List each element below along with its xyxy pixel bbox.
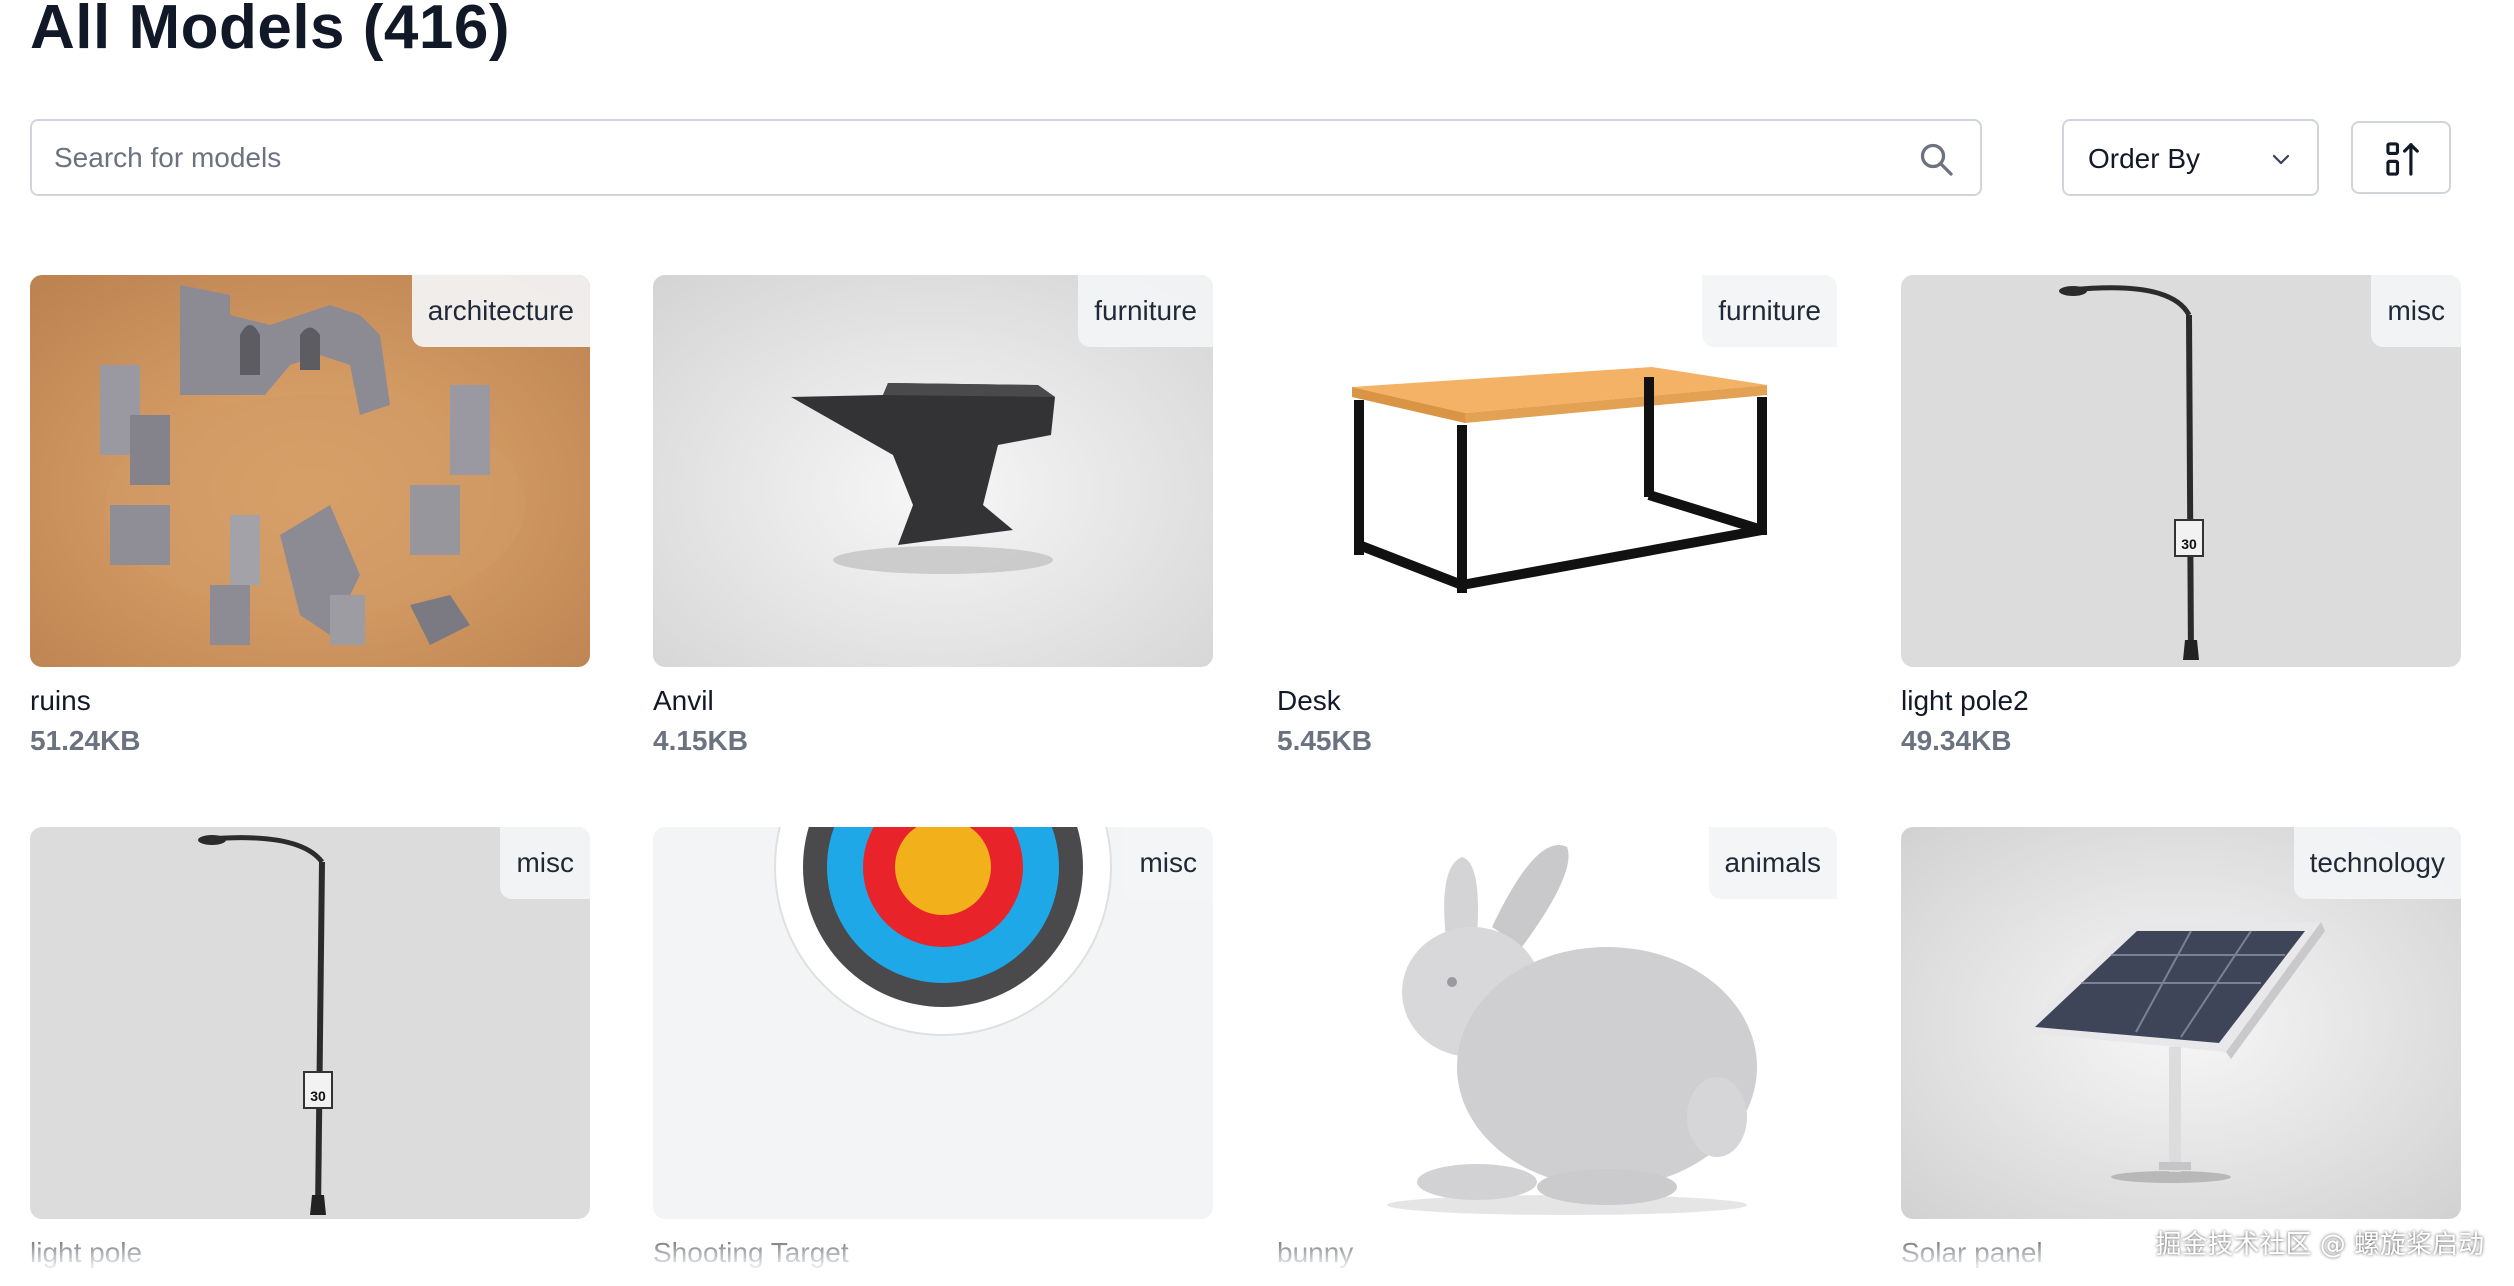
- model-name[interactable]: Desk: [1277, 685, 1341, 717]
- bottom-fade: [0, 1218, 2514, 1286]
- model-name[interactable]: Shooting Target: [653, 1237, 849, 1269]
- model-card[interactable]: 30 misc light pole2 49.34KB: [1901, 275, 2461, 756]
- model-thumbnail[interactable]: technology: [1901, 827, 2461, 1219]
- category-tag[interactable]: misc: [2371, 275, 2461, 347]
- model-card[interactable]: furniture Desk 5.45KB: [1277, 275, 1837, 756]
- model-size: 4.15KB: [653, 725, 748, 756]
- model-thumbnail[interactable]: 30 misc: [1901, 275, 2461, 667]
- category-tag[interactable]: technology: [2293, 827, 2461, 899]
- model-name[interactable]: light pole: [30, 1237, 142, 1269]
- model-card[interactable]: architecture ruins 51.24KB: [30, 275, 590, 756]
- model-name[interactable]: bunny: [1277, 1237, 1353, 1269]
- category-tag[interactable]: animals: [1708, 827, 1837, 899]
- svg-text:30: 30: [2181, 536, 2197, 552]
- search-input[interactable]: [54, 121, 1894, 194]
- model-thumbnail[interactable]: furniture: [1277, 275, 1837, 667]
- model-size: 5.45KB: [1277, 725, 1372, 756]
- model-thumbnail[interactable]: misc: [653, 827, 1213, 1219]
- order-by-select[interactable]: Order By: [2062, 119, 2319, 196]
- category-tag[interactable]: furniture: [1078, 275, 1213, 347]
- category-tag[interactable]: misc: [1123, 827, 1213, 899]
- model-thumbnail[interactable]: furniture: [653, 275, 1213, 667]
- chevron-down-icon: [2272, 154, 2290, 165]
- page-title: All Models (416): [30, 0, 510, 62]
- model-card[interactable]: misc Shooting Target: [653, 827, 1213, 1268]
- model-thumbnail[interactable]: animals: [1277, 827, 1837, 1219]
- model-name[interactable]: Solar panel: [1901, 1237, 2043, 1269]
- svg-text:30: 30: [310, 1088, 326, 1104]
- category-tag[interactable]: misc: [500, 827, 590, 899]
- model-thumbnail[interactable]: architecture: [30, 275, 590, 667]
- sort-ascending-icon: [2386, 142, 2419, 176]
- model-card[interactable]: technology Solar panel: [1901, 827, 2461, 1268]
- search-icon[interactable]: [1918, 141, 1954, 177]
- model-card[interactable]: 30 misc light pole: [30, 827, 590, 1268]
- model-size: 51.24KB: [30, 725, 141, 756]
- model-name[interactable]: ruins: [30, 685, 91, 717]
- model-name[interactable]: light pole2: [1901, 685, 2029, 717]
- model-name[interactable]: Anvil: [653, 685, 714, 717]
- model-thumbnail[interactable]: 30 misc: [30, 827, 590, 1219]
- category-tag[interactable]: architecture: [411, 275, 590, 347]
- category-tag[interactable]: furniture: [1702, 275, 1837, 347]
- model-card[interactable]: furniture Anvil 4.15KB: [653, 275, 1213, 756]
- sort-direction-button[interactable]: [2351, 121, 2451, 194]
- order-by-label: Order By: [2088, 143, 2201, 174]
- search-box[interactable]: [30, 119, 1982, 196]
- model-card[interactable]: animals bunny: [1277, 827, 1837, 1268]
- watermark: 掘金技术社区 @ 螺旋桨启动: [2155, 1230, 2484, 1260]
- model-size: 49.34KB: [1901, 725, 2012, 756]
